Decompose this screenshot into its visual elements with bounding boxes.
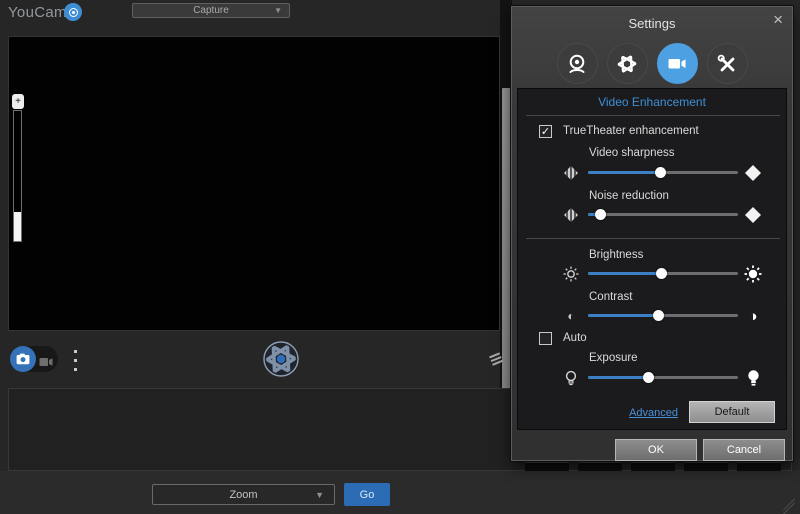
zoom-dropdown[interactable]: Zoom ▼ (152, 484, 335, 505)
brightness-high-icon (744, 264, 762, 284)
photo-mode-button[interactable] (10, 346, 36, 372)
exposure-slider[interactable] (562, 368, 762, 388)
auto-label: Auto (563, 332, 587, 344)
video-preview (8, 36, 500, 331)
noise-low-icon (562, 205, 580, 225)
go-button[interactable]: Go (344, 483, 390, 506)
brightness-low-icon (562, 264, 580, 284)
capture-mode-toggle[interactable] (10, 346, 58, 372)
video-mode-button[interactable] (39, 354, 53, 372)
tray-thumbnail[interactable] (737, 461, 781, 471)
settings-dialog: Settings × (511, 6, 793, 461)
truetheater-checkbox[interactable]: ✓ (539, 125, 552, 138)
sharpness-low-icon (562, 163, 580, 183)
preview-zoom-slider-thumb[interactable] (14, 212, 21, 241)
slider-thumb[interactable] (655, 167, 666, 178)
youcam-window: YouCam Capture ▼ + (0, 0, 800, 514)
default-button[interactable]: Default (689, 401, 775, 423)
dialog-title: Settings (512, 16, 792, 31)
snapshot-button[interactable] (263, 341, 299, 377)
video-enhancement-panel: Video Enhancement ✓ TrueTheater enhancem… (517, 88, 787, 430)
tab-tools[interactable] (707, 43, 748, 84)
tray-thumbnail[interactable] (578, 461, 622, 471)
tray-thumbnail[interactable] (631, 461, 675, 471)
youcam-logo-icon (64, 3, 82, 21)
webcam-glyph (69, 8, 78, 17)
contrast-label: Contrast (589, 291, 632, 303)
noise-high-icon (744, 205, 762, 225)
camera-icon (16, 353, 30, 365)
divider (526, 115, 780, 116)
settings-tabs (512, 43, 792, 84)
contrast-high-icon: ◑ (744, 306, 762, 326)
slider-thumb[interactable] (595, 209, 606, 220)
chevron-down-icon: ▼ (315, 490, 324, 500)
sharpness-slider[interactable] (562, 163, 762, 183)
slider-thumb[interactable] (653, 310, 664, 321)
advanced-link[interactable]: Advanced (629, 407, 678, 419)
noise-reduction-slider[interactable] (562, 205, 762, 225)
slider-thumb[interactable] (643, 372, 654, 383)
camcorder-icon (39, 357, 53, 367)
capture-dropdown[interactable]: Capture ▼ (132, 3, 290, 18)
tray-thumbnail[interactable] (525, 461, 569, 471)
sharpness-high-icon (744, 163, 762, 183)
sharpness-label: Video sharpness (589, 147, 674, 159)
exposure-label: Exposure (589, 352, 638, 364)
capture-dropdown-label: Capture (193, 5, 229, 16)
aperture-icon (263, 341, 299, 377)
close-icon[interactable]: × (773, 10, 783, 30)
section-title: Video Enhancement (518, 95, 786, 109)
slider-thumb[interactable] (656, 268, 667, 279)
truetheater-label: TrueTheater enhancement (563, 125, 699, 137)
footer-bar (0, 471, 800, 514)
ok-button[interactable]: OK (615, 439, 697, 461)
contrast-low-icon: ◐ (562, 306, 580, 326)
cancel-button[interactable]: Cancel (703, 439, 785, 461)
noise-reduction-label: Noise reduction (589, 190, 669, 202)
tray-thumbnail[interactable] (684, 461, 728, 471)
window-resize-grip[interactable] (781, 504, 797, 512)
contrast-slider[interactable]: ◐ ◑ (562, 306, 762, 326)
brightness-label: Brightness (589, 249, 643, 261)
tab-capture[interactable] (607, 43, 648, 84)
chevron-down-icon: ▼ (274, 6, 282, 15)
tools-icon (716, 53, 738, 75)
exposure-high-icon (744, 368, 762, 388)
divider (526, 238, 780, 239)
webcam-icon (566, 53, 588, 75)
video-camera-icon (666, 53, 688, 75)
aperture-icon (616, 53, 638, 75)
app-title: YouCam (8, 4, 67, 21)
zoom-dropdown-label: Zoom (229, 489, 257, 501)
tray-thumbnails (525, 461, 781, 471)
exposure-low-icon (562, 368, 580, 388)
brightness-slider[interactable] (562, 264, 762, 284)
auto-checkbox[interactable] (539, 332, 552, 345)
more-options-menu[interactable] (74, 350, 80, 377)
tab-webcam[interactable] (557, 43, 598, 84)
zoom-in-button[interactable]: + (12, 94, 24, 109)
tab-video-enhancement[interactable] (657, 43, 698, 84)
